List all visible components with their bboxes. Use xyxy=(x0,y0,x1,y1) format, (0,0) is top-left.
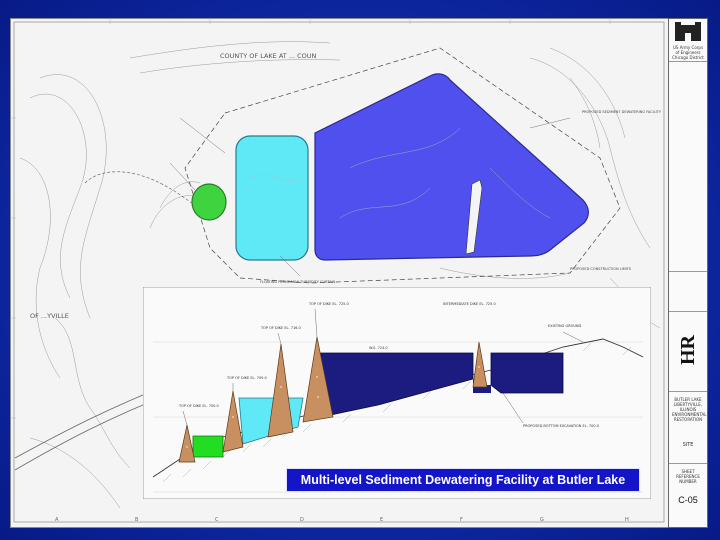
water-surface-label: W.S. 724.0 xyxy=(369,346,388,350)
agency-text: US Army Corps of Engineers Chicago Distr… xyxy=(672,45,704,60)
lower-dewatering-basin xyxy=(191,183,227,221)
grid-letter: A xyxy=(55,517,59,523)
lower-basin-water xyxy=(192,435,224,458)
ring-label: PROPOSED CONSTRUCTION LIMITS xyxy=(570,267,632,271)
title-block: US Army Corps of Engineers Chicago Distr… xyxy=(668,18,708,528)
sheet-number: C-05 xyxy=(678,495,698,505)
hdr-cell: HR xyxy=(669,311,707,392)
grid-letter: F xyxy=(460,517,463,523)
grid-letter: B xyxy=(135,517,139,523)
revisions-cell xyxy=(669,61,707,272)
upper-basin-water-right xyxy=(490,352,564,394)
grid-letter: C xyxy=(215,517,219,523)
dike-label-4: TOP OF DIKE EL. 725.0 xyxy=(308,302,349,306)
grid-letter: G xyxy=(540,517,544,523)
middle-dewatering-basin xyxy=(235,135,309,261)
dike-label-1: TOP OF DIKE EL. 700.0 xyxy=(178,404,219,408)
sheet-name-text: SITE xyxy=(682,442,694,448)
sheet-reference-label: SHEET REFERENCE NUMBER xyxy=(676,469,700,484)
usace-castle-logo-icon xyxy=(675,22,701,41)
road xyxy=(14,387,161,471)
town-label: OF ...YVILLE xyxy=(30,312,69,320)
grid-letter: H xyxy=(625,517,629,523)
grid-letter: E xyxy=(380,517,383,523)
existing-ground-label: EXISTING GROUND xyxy=(548,324,582,328)
county-line-label: COUNTY OF LAKE AT ... COUN xyxy=(220,52,317,60)
bottom-excavation-label: PROPOSED BOTTOM EXCAVATION EL. 700.0 xyxy=(523,424,599,428)
designer-cell xyxy=(669,271,707,312)
upper-dewatering-basin xyxy=(314,73,589,261)
dike-label-3: TOP OF DIKE EL. 716.0 xyxy=(260,326,301,330)
slide-caption: Multi-level Sediment Dewatering Facility… xyxy=(286,468,640,492)
dewatering-label: PROPOSED SEDIMENT DEWATERING FACILITY xyxy=(582,110,662,114)
project-cell: BUTLER LAKE LIBERTYVILLE, ILLINOIS ENVIR… xyxy=(669,391,707,464)
dike-label-2: TOP OF DIKE EL. 709.0 xyxy=(226,376,267,380)
hdr-logo-icon: HR xyxy=(677,335,699,365)
project-text: BUTLER LAKE LIBERTYVILLE, ILLINOIS ENVIR… xyxy=(672,397,707,422)
turbidity-label: FLOATING PERMEABLE TURBIDITY CURTAIN xyxy=(260,280,335,284)
agency-cell: US Army Corps of Engineers Chicago Distr… xyxy=(669,19,707,62)
weir-label: INTERMEDIATE DIKE EL. 725.0 xyxy=(443,302,496,306)
grid-letter: D xyxy=(300,517,304,523)
pipeline xyxy=(84,171,201,209)
